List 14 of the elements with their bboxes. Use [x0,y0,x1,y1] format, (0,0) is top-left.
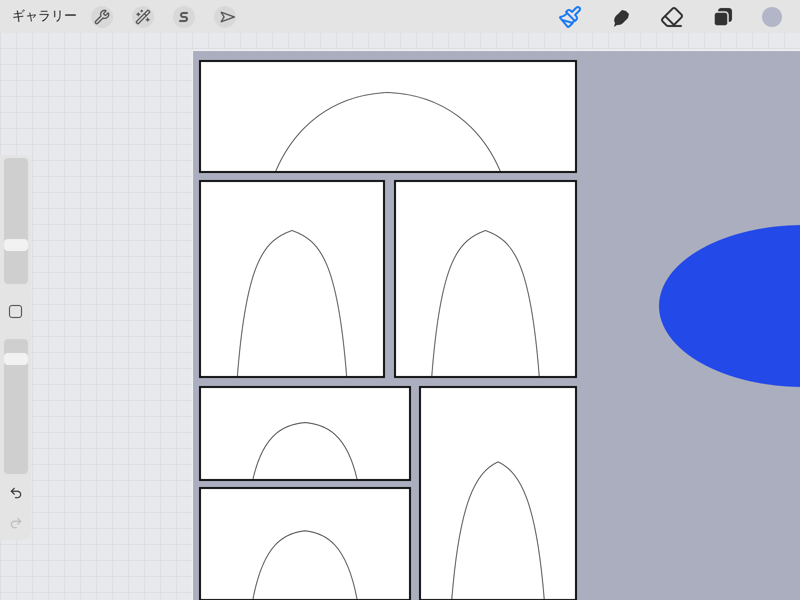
square-icon[interactable] [9,305,22,318]
wrench-icon [94,8,110,24]
slider-thumb[interactable] [4,352,28,365]
action-button[interactable] [173,6,195,28]
action-button[interactable] [214,6,236,28]
brush-icon[interactable] [558,4,582,28]
action-button[interactable] [132,6,154,28]
magic-wand-icon [135,8,151,24]
slider-thumb[interactable] [4,238,28,251]
color-swatch[interactable] [762,6,782,26]
gallery-button[interactable]: ギャラリー [12,6,77,26]
action-button[interactable] [91,6,113,28]
undo-icon[interactable] [8,486,22,500]
eraser-icon[interactable] [660,4,684,28]
